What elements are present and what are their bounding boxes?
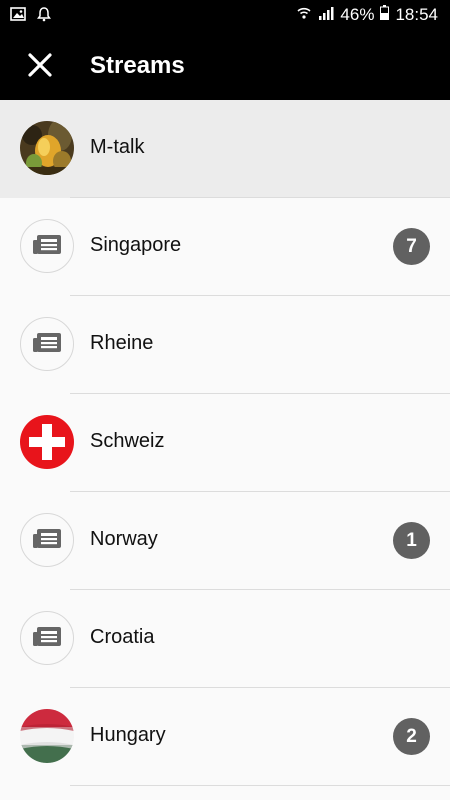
wifi-icon	[296, 5, 312, 25]
stream-label: Rheine	[90, 332, 154, 354]
stream-item-schweiz[interactable]: Schweiz	[0, 394, 450, 492]
stream-item-croatia[interactable]: Croatia	[0, 590, 450, 688]
stream-label: Singapore	[90, 234, 182, 256]
stream-list: M-talk Singapore 7 Rheine Schweiz Norway…	[0, 100, 450, 786]
image-icon	[10, 7, 26, 26]
stream-item-hungary[interactable]: Hungary 2	[0, 688, 450, 786]
stream-item-norway[interactable]: Norway 1	[0, 492, 450, 590]
avatar-m-talk	[20, 121, 74, 175]
signal-icon	[318, 5, 334, 25]
avatar-rheine	[20, 317, 74, 371]
stream-item-m-talk[interactable]: M-talk	[0, 100, 450, 198]
avatar-singapore	[20, 219, 74, 273]
stream-label: Hungary	[90, 724, 166, 746]
hungarian-flag-icon	[20, 709, 74, 763]
newspaper-icon	[32, 232, 62, 261]
stream-label: Norway	[90, 528, 158, 550]
stream-label: Croatia	[90, 626, 155, 648]
close-icon	[28, 52, 52, 82]
unread-badge: 2	[393, 718, 430, 755]
stream-item-singapore[interactable]: Singapore 7	[0, 198, 450, 296]
clock: 18:54	[395, 5, 438, 24]
avatar-croatia	[20, 611, 74, 665]
stream-item-rheine[interactable]: Rheine	[0, 296, 450, 394]
stream-label: Schweiz	[90, 430, 165, 452]
battery-percent: 46%	[340, 5, 375, 24]
swiss-flag-icon	[20, 415, 74, 469]
battery-icon	[380, 5, 390, 25]
status-bar: 46% 18:54	[0, 0, 450, 32]
newspaper-icon	[32, 624, 62, 653]
status-right: 46% 18:54	[296, 5, 438, 25]
unread-badge: 1	[393, 522, 430, 559]
newspaper-icon	[32, 330, 62, 359]
avatar-norway	[20, 513, 74, 567]
divider	[70, 785, 450, 786]
bell-icon	[36, 6, 52, 27]
app-bar: Streams	[0, 32, 450, 100]
page-title: Streams	[90, 52, 185, 79]
status-left	[10, 6, 52, 27]
stream-label: M-talk	[90, 136, 145, 158]
newspaper-icon	[32, 526, 62, 555]
close-button[interactable]	[22, 49, 58, 85]
unread-badge: 7	[393, 228, 430, 265]
